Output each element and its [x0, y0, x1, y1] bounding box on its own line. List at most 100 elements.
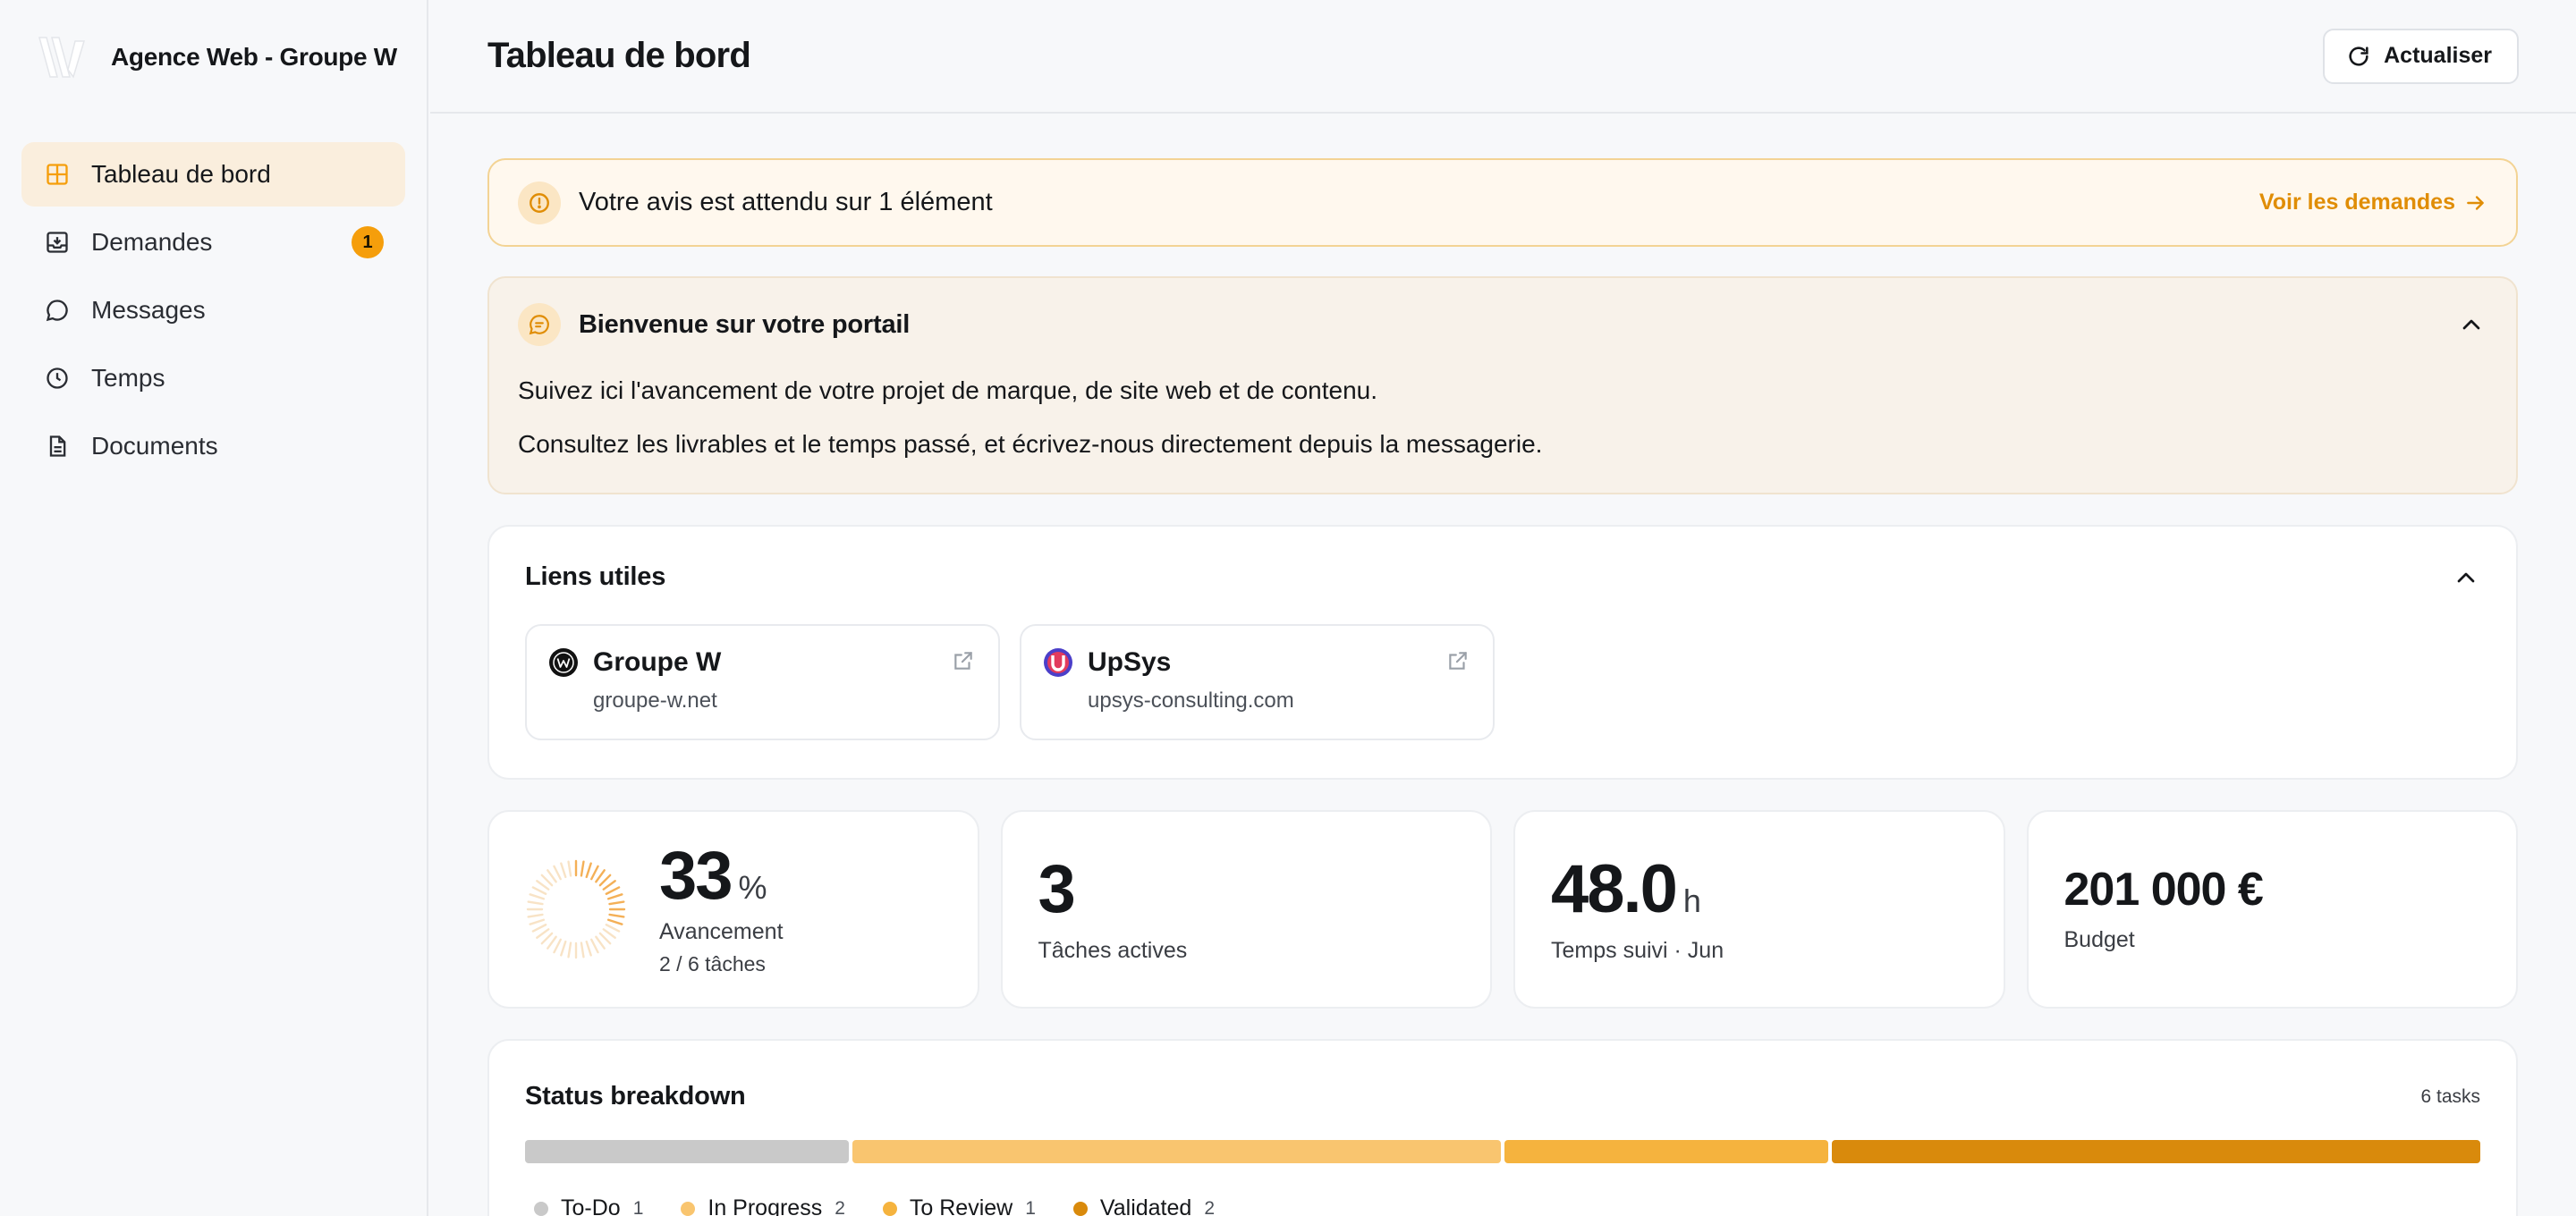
sidebar-item-label: Tableau de bord — [91, 160, 271, 188]
legend-count: 2 — [1204, 1197, 1216, 1216]
legend-dot — [1072, 1201, 1088, 1216]
sidebar-nav: Tableau de bord Demandes 1 Messages Temp… — [0, 114, 427, 478]
gauge-tick — [529, 893, 546, 900]
status-total-tasks: 6 tasks — [2420, 1085, 2480, 1107]
progress-stat-card: 33% Avancement 2 / 6 tâches — [487, 810, 979, 1009]
legend-count: 1 — [632, 1197, 644, 1216]
sidebar-item-messages[interactable]: Messages — [21, 278, 405, 342]
sidebar-item-label: Temps — [91, 364, 165, 392]
gauge-tick — [560, 940, 567, 957]
legend-item: In Progress 2 — [681, 1195, 845, 1216]
status-bar — [525, 1140, 2480, 1163]
useful-links-card: Liens utiles Groupe W groupe-w.net UpSys… — [487, 525, 2518, 780]
welcome-line: Suivez ici l'avancement de votre projet … — [518, 376, 1378, 404]
page-header: Tableau de bord Actualiser — [430, 0, 2576, 114]
external-link-icon — [954, 652, 972, 670]
legend-item: To Review 1 — [882, 1195, 1036, 1216]
active-tasks-label: Tâches actives — [1038, 937, 1188, 963]
view-requests-link[interactable]: Voir les demandes — [2259, 190, 2487, 215]
status-legend: To-Do 1 In Progress 2 To Review 1 Validated 2 — [525, 1195, 2480, 1216]
gauge-tick-filled — [608, 913, 625, 918]
gauge-tick-filled — [580, 860, 585, 877]
budget-stat-card: 201 000 € Budget — [2026, 810, 2518, 1009]
external-link-icon — [1449, 652, 1467, 670]
legend-dot — [681, 1201, 696, 1216]
dashboard-grid-icon — [47, 164, 68, 185]
progress-sub: 2 / 6 tâches — [659, 952, 766, 975]
welcome-panel: Bienvenue sur votre portail Suivez ici l… — [487, 276, 2518, 494]
gauge-tick — [531, 924, 547, 933]
alert-circle-icon — [530, 192, 549, 213]
gauge-tick-filled — [585, 862, 592, 879]
gauge-tick — [547, 869, 557, 883]
status-segment-in-progress — [852, 1140, 1501, 1163]
legend-label: In Progress — [708, 1195, 823, 1216]
sidebar-item-label: Documents — [91, 432, 218, 460]
gauge-tick — [590, 938, 599, 954]
sidebar: Agence Web - Groupe W Tableau de bord De… — [0, 0, 428, 1216]
message-icon — [529, 315, 549, 335]
status-segment-validated — [1832, 1140, 2480, 1163]
budget-value: 201 000 € — [2063, 863, 2264, 916]
gauge-tick — [540, 874, 554, 887]
legend-dot — [882, 1201, 897, 1216]
link-upsys[interactable]: UpSys upsys-consulting.com — [1020, 624, 1495, 740]
legend-label: To-Do — [561, 1195, 621, 1216]
stats-row: 33% Avancement 2 / 6 tâches 3 Tâches act… — [487, 810, 2518, 1009]
gauge-tick — [560, 862, 567, 879]
clock-icon — [47, 367, 68, 389]
gauge-tick — [547, 935, 557, 950]
refresh-button-label: Actualiser — [2384, 43, 2492, 68]
sidebar-item-label: Demandes — [91, 228, 213, 256]
refresh-button[interactable]: Actualiser — [2323, 28, 2519, 84]
gauge-tick — [536, 928, 550, 939]
legend-count: 1 — [1025, 1197, 1036, 1216]
link-name: Groupe W — [593, 647, 722, 677]
link-groupe-w[interactable]: Groupe W groupe-w.net — [525, 624, 1000, 740]
gauge-tick — [580, 942, 585, 958]
gauge-tick — [598, 932, 612, 945]
gauge-tick — [567, 860, 572, 877]
progress-label: Avancement — [659, 919, 784, 944]
sidebar-item-dashboard[interactable]: Tableau de bord — [21, 142, 405, 207]
alert-text: Votre avis est attendu sur 1 élément — [579, 188, 993, 216]
gauge-tick-filled — [606, 893, 623, 900]
gauge-tick — [553, 865, 562, 881]
inbox-download-icon — [47, 232, 68, 253]
arrow-right-icon — [2467, 195, 2484, 210]
progress-unit: % — [738, 869, 767, 906]
gauge-tick — [605, 924, 621, 933]
sidebar-item-label: Messages — [91, 296, 206, 324]
progress-gauge — [526, 859, 626, 959]
gauge-tick — [540, 932, 554, 945]
chevron-up-icon[interactable] — [2452, 563, 2480, 592]
upsys-favicon — [1044, 648, 1072, 677]
tracked-time-unit: h — [1682, 882, 1701, 919]
alert-icon-chip — [518, 181, 561, 224]
gauge-tick-filled — [595, 869, 606, 883]
sidebar-item-requests[interactable]: Demandes 1 — [21, 210, 405, 274]
document-icon — [49, 435, 66, 457]
tracked-time-label: Temps suivi · Jun — [1551, 937, 1724, 963]
gauge-tick — [602, 928, 616, 939]
gauge-tick-filled — [602, 880, 616, 891]
legend-item: Validated 2 — [1072, 1195, 1216, 1216]
status-segment-to-review — [1504, 1140, 1829, 1163]
gauge-tick-filled — [608, 900, 625, 906]
gauge-tick — [585, 940, 592, 957]
welcome-body: Suivez ici l'avancement de votre projet … — [518, 373, 2486, 462]
main-content: Votre avis est attendu sur 1 élément Voi… — [487, 158, 2518, 1216]
sidebar-item-documents[interactable]: Documents — [21, 414, 405, 478]
groupe-w-favicon — [549, 648, 578, 677]
link-url: groupe-w.net — [593, 688, 717, 713]
sidebar-item-time[interactable]: Temps — [21, 346, 405, 410]
gauge-tick-filled — [606, 918, 623, 925]
chevron-up-icon[interactable] — [2457, 310, 2486, 339]
welcome-title: Bienvenue sur votre portail — [579, 309, 911, 339]
brand[interactable]: Agence Web - Groupe W — [0, 0, 427, 114]
gauge-tick-filled — [605, 886, 621, 895]
gauge-tick-filled — [598, 874, 612, 887]
legend-item: To-Do 1 — [534, 1195, 643, 1216]
status-segment-to-do — [525, 1140, 850, 1163]
welcome-line: Consultez les livrables et le temps pass… — [518, 430, 1543, 458]
